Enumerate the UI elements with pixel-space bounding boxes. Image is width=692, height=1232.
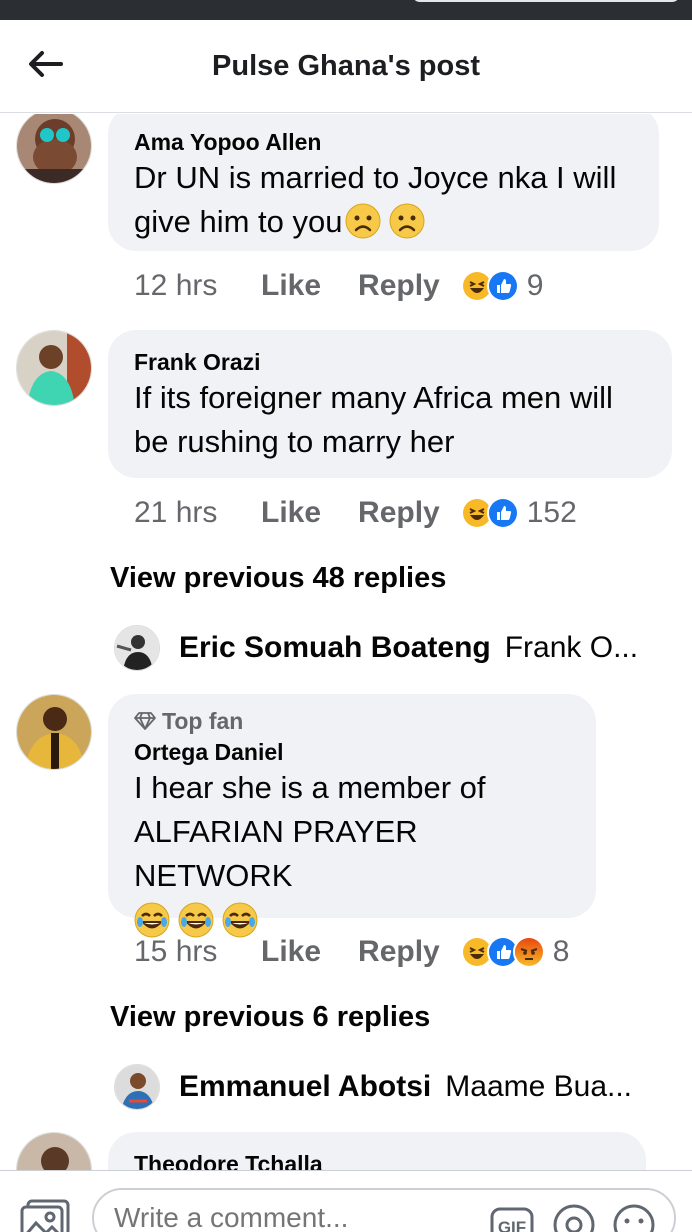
comments-list[interactable]: Ama Yopoo Allen Dr UN is married to Joyc…: [0, 114, 692, 1170]
reactions-summary[interactable]: 9: [460, 269, 544, 303]
diamond-icon: [134, 712, 156, 730]
photo-button[interactable]: [20, 1199, 72, 1232]
like-button[interactable]: Like: [261, 935, 321, 969]
comment-bubble[interactable]: Top fan Ortega Daniel I hear she is a me…: [108, 694, 596, 938]
angry-reaction-icon: [512, 936, 545, 968]
status-indicator: [412, 0, 680, 2]
sad-emoji-icon: [345, 203, 381, 239]
avatar: [114, 625, 160, 671]
reply-preview[interactable]: Eric Somuah Boateng Frank O...: [114, 623, 638, 673]
comment-bubble[interactable]: Theodore Tchalla: [108, 1132, 646, 1170]
sad-emoji-icon: [389, 203, 425, 239]
comment-actions: 12 hrs Like Reply 9: [134, 266, 543, 306]
emoji-button[interactable]: [612, 1203, 656, 1232]
top-fan-label: Top fan: [162, 708, 244, 734]
reply-author[interactable]: Eric Somuah Boateng: [179, 631, 491, 665]
page-title: Pulse Ghana's post: [212, 50, 480, 82]
gif-label: GIF: [498, 1218, 526, 1232]
comment-actions: 15 hrs Like Reply 8: [134, 932, 569, 972]
comment-author[interactable]: Ortega Daniel: [134, 738, 570, 766]
comment-text: I hear she is a member of ALFARIAN PRAYE…: [134, 766, 570, 942]
avatar: [114, 1064, 160, 1110]
comment-bubble[interactable]: Frank Orazi If its foreigner many Africa…: [108, 330, 672, 478]
reaction-count: 9: [526, 269, 544, 302]
comment-time[interactable]: 12 hrs: [134, 269, 261, 303]
at-sign-icon: [553, 1204, 595, 1232]
post-header: Pulse Ghana's post: [0, 20, 692, 113]
comment-time[interactable]: 15 hrs: [134, 935, 261, 969]
reactions-summary[interactable]: 8: [460, 935, 570, 969]
avatar[interactable]: [16, 330, 92, 406]
comment-text-line: ALFARIAN PRAYER NETWORK: [134, 814, 418, 893]
comment-actions: 21 hrs Like Reply 152: [134, 493, 577, 533]
reply-author[interactable]: Emmanuel Abotsi: [179, 1070, 431, 1104]
avatar[interactable]: [16, 694, 92, 770]
mention-button[interactable]: [552, 1203, 596, 1232]
like-button[interactable]: Like: [261, 269, 321, 303]
reply-preview[interactable]: Emmanuel Abotsi Maame Bua...: [114, 1062, 632, 1112]
comment-author[interactable]: Theodore Tchalla: [134, 1150, 620, 1170]
gallery-icon: [20, 1199, 70, 1232]
comment-composer: GIF: [0, 1170, 692, 1232]
view-previous-replies-link[interactable]: View previous 48 replies: [110, 562, 446, 595]
reply-button[interactable]: Reply: [358, 935, 440, 969]
comment-text: Dr UN is married to Joyce nka I will giv…: [134, 156, 633, 244]
like-button[interactable]: Like: [261, 496, 321, 530]
reply-button[interactable]: Reply: [358, 269, 440, 303]
smiley-icon: [613, 1204, 655, 1232]
top-fan-badge: Top fan: [134, 706, 570, 736]
comment-bubble[interactable]: Ama Yopoo Allen Dr UN is married to Joyc…: [108, 114, 659, 251]
comment-text-line: I hear she is a member of: [134, 770, 486, 805]
reply-button[interactable]: Reply: [358, 496, 440, 530]
reaction-count: 152: [526, 496, 577, 529]
reaction-count: 8: [552, 935, 570, 968]
reply-snippet: Maame Bua...: [445, 1070, 633, 1103]
comment-author[interactable]: Ama Yopoo Allen: [134, 128, 633, 156]
gif-button[interactable]: GIF: [490, 1203, 534, 1232]
comment-author[interactable]: Frank Orazi: [134, 348, 646, 376]
avatar[interactable]: [16, 114, 92, 184]
reply-snippet: Frank O...: [504, 631, 639, 664]
like-reaction-icon: [486, 497, 519, 529]
status-bar: [0, 0, 692, 20]
avatar[interactable]: [16, 1132, 92, 1170]
comment-time[interactable]: 21 hrs: [134, 496, 261, 530]
view-previous-replies-link[interactable]: View previous 6 replies: [110, 1001, 430, 1034]
comment-text: If its foreigner many Africa men will be…: [134, 380, 613, 459]
reactions-summary[interactable]: 152: [460, 496, 577, 530]
like-reaction-icon: [486, 270, 519, 302]
